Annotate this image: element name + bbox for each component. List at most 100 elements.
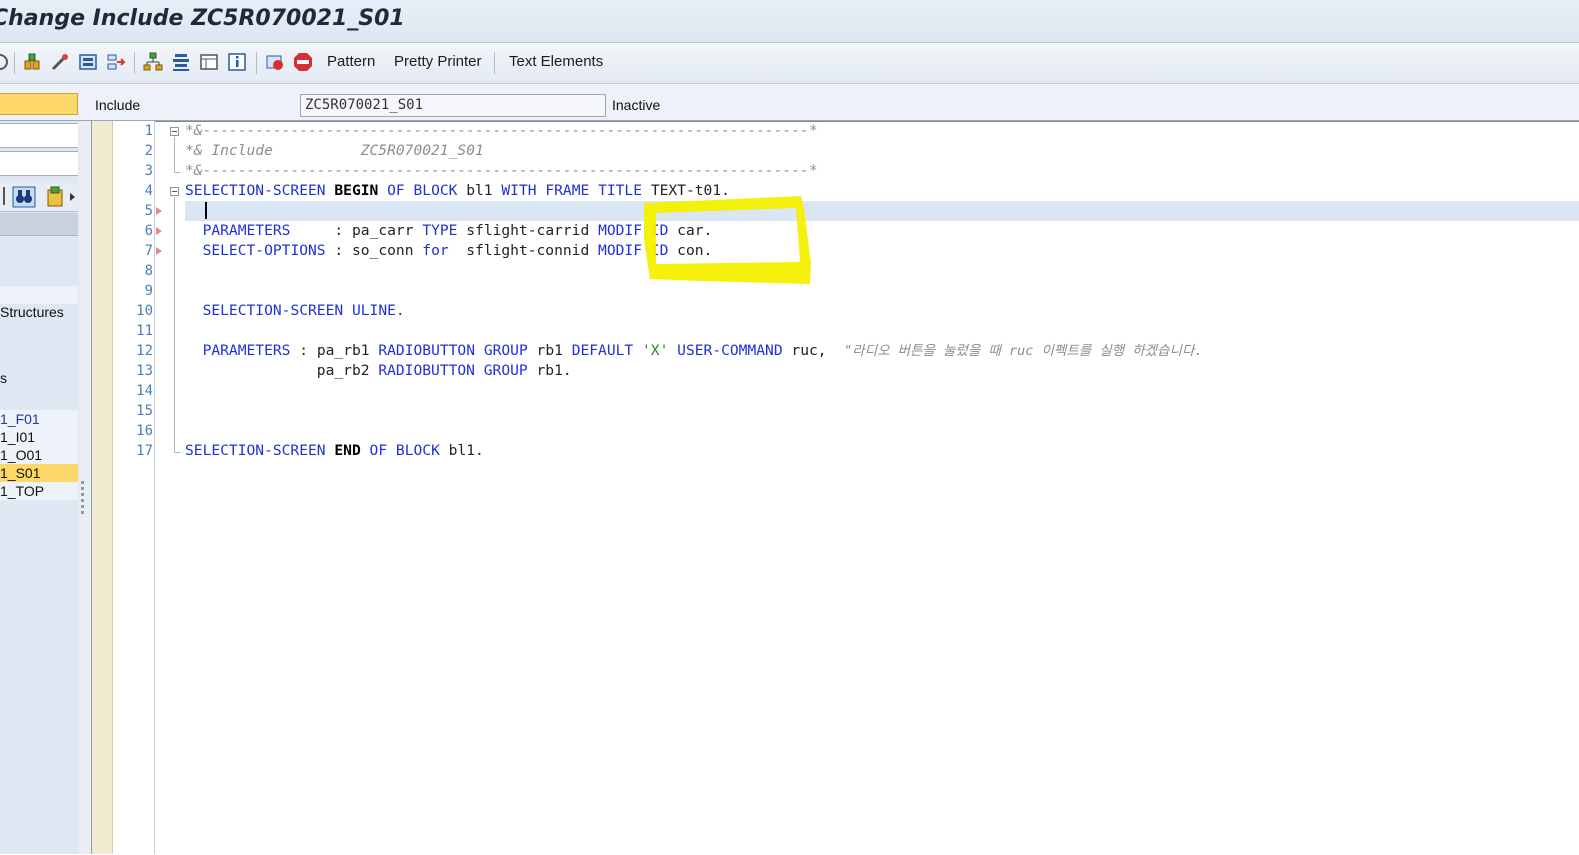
code-token: 'X': [642, 342, 669, 359]
code-token: GROUP: [483, 342, 528, 359]
object-list-icon[interactable]: [199, 52, 219, 72]
collapse-block-icon[interactable]: [170, 127, 179, 136]
line-number: 9: [144, 283, 153, 299]
line-number: 10: [136, 303, 153, 319]
navigate-icon[interactable]: [106, 52, 126, 72]
include-list-item[interactable]: 1_TOP: [0, 482, 78, 500]
navigator-toolbar: [0, 183, 78, 212]
code-line[interactable]: pa_rb2 RADIOBUTTON GROUP rb1.: [185, 361, 572, 381]
include-list-item[interactable]: 1_F01: [0, 410, 78, 428]
code-token: bl1: [466, 182, 493, 199]
line-number: 15: [136, 403, 153, 419]
code-line[interactable]: PARAMETERS : pa_carr TYPE sflight-carrid…: [185, 221, 713, 241]
pretty-printer-button[interactable]: Pretty Printer: [394, 53, 482, 70]
hierarchy-icon[interactable]: [143, 52, 163, 72]
other-object-icon[interactable]: [22, 52, 42, 72]
code-line[interactable]: PARAMETERS : pa_rb1 RADIOBUTTON GROUP rb…: [185, 341, 1203, 361]
text-elements-button[interactable]: Text Elements: [509, 53, 603, 70]
code-token: RADIOBUTTON: [378, 342, 476, 359]
current-line-highlight: [185, 201, 1579, 221]
code-token: TYPE: [422, 222, 458, 239]
line-number: 12: [136, 343, 153, 359]
object-status: Inactive: [612, 97, 661, 113]
code-token: BLOCK: [395, 442, 440, 459]
line-number: 11: [136, 323, 153, 339]
pane-splitter[interactable]: [79, 121, 92, 854]
display-list-icon[interactable]: [47, 186, 67, 208]
include-list-item[interactable]: 1_I01: [0, 428, 78, 446]
code-token: BEGIN: [334, 182, 379, 199]
line-number: 7: [144, 243, 153, 259]
stop-icon[interactable]: [293, 52, 313, 72]
enhance-icon[interactable]: [78, 52, 98, 72]
window-title: Change Include ZC5R070021_S01: [0, 6, 405, 31]
code-token: SELECTION-SCREEN: [185, 442, 326, 459]
code-token: ruc,: [791, 342, 827, 359]
code-token: DEFAULT: [571, 342, 634, 359]
pattern-button[interactable]: Pattern: [327, 53, 375, 70]
navigator-column-header: [0, 213, 78, 236]
code-line[interactable]: SELECTION-SCREEN END OF BLOCK bl1.: [185, 441, 484, 461]
code-line[interactable]: SELECTION-SCREEN BEGIN OF BLOCK bl1 WITH…: [185, 181, 730, 201]
code-token: SELECTION-SCREEN: [185, 182, 326, 199]
navigator-tab[interactable]: [0, 93, 78, 115]
code-line[interactable]: *&--------------------------------------…: [185, 161, 818, 181]
code-line[interactable]: SELECTION-SCREEN ULINE.: [185, 301, 405, 321]
navigator-structures-label[interactable]: Structures: [0, 304, 64, 320]
toolbar-separator: [256, 52, 257, 74]
line-number: 3: [144, 163, 153, 179]
line-number: 14: [136, 383, 153, 399]
line-number: 16: [136, 423, 153, 439]
include-list-item[interactable]: 1_O01: [0, 446, 78, 464]
code-token: :: [299, 342, 309, 359]
include-list-item-selected[interactable]: 1_S01: [0, 464, 78, 482]
code-token: :: [334, 222, 344, 239]
line-number: 5: [144, 203, 153, 219]
code-token: pa_carr: [351, 222, 414, 239]
code-token: END: [334, 442, 361, 459]
application-toolbar: Pattern Pretty Printer Text Elements: [0, 43, 1579, 84]
info-icon[interactable]: [227, 52, 247, 72]
code-token: ID: [650, 222, 669, 239]
navigator-object-type-field[interactable]: [0, 123, 78, 148]
binoculars-icon[interactable]: [12, 186, 36, 208]
code-token: rb1.: [536, 362, 572, 379]
code-token: RADIOBUTTON: [378, 362, 475, 379]
navigator-object-name-field[interactable]: [0, 151, 78, 176]
code-token: USER-COMMAND: [677, 342, 783, 359]
object-name-field: ZC5R070021_S01: [300, 94, 606, 117]
fold-guide: [174, 452, 180, 453]
code-token: SELECT-OPTIONS: [202, 242, 326, 259]
line-marker-icon: [156, 227, 162, 235]
line-number: 13: [136, 363, 153, 379]
code-token: ID: [650, 242, 669, 259]
stack-icon[interactable]: [171, 52, 191, 72]
object-type-label: Include: [95, 97, 141, 113]
code-token: WITH: [501, 182, 537, 199]
code-token: TITLE: [598, 182, 643, 199]
navigator-row-band: [0, 286, 78, 304]
code-token: GROUP: [483, 362, 528, 379]
display-object-icon[interactable]: [0, 52, 10, 72]
toolbar-separator: [3, 187, 5, 205]
where-used-icon[interactable]: [50, 52, 70, 72]
object-header: [0, 84, 1579, 121]
code-line[interactable]: *& Include ZC5R070021_S01: [185, 141, 484, 161]
collapse-block-icon[interactable]: [170, 187, 179, 196]
line-number: 2: [144, 143, 153, 159]
breakpoint-icon[interactable]: [265, 52, 285, 72]
code-token: pa_rb2: [316, 362, 370, 379]
code-token: rb1: [536, 342, 563, 359]
fold-guide: [174, 137, 175, 172]
code-token: :: [334, 242, 344, 259]
code-token: FRAME: [545, 182, 590, 199]
code-line[interactable]: *&--------------------------------------…: [185, 121, 818, 141]
code-token: ULINE.: [351, 302, 405, 319]
fold-guide: [174, 197, 175, 452]
code-token: OF: [369, 442, 388, 459]
code-line[interactable]: SELECT-OPTIONS : so_conn for sflight-con…: [185, 241, 713, 261]
toolbar-separator: [14, 52, 15, 74]
toolbar-separator: [494, 52, 495, 74]
chevron-right-icon[interactable]: [70, 193, 75, 201]
navigator-node-label[interactable]: s: [0, 370, 7, 386]
